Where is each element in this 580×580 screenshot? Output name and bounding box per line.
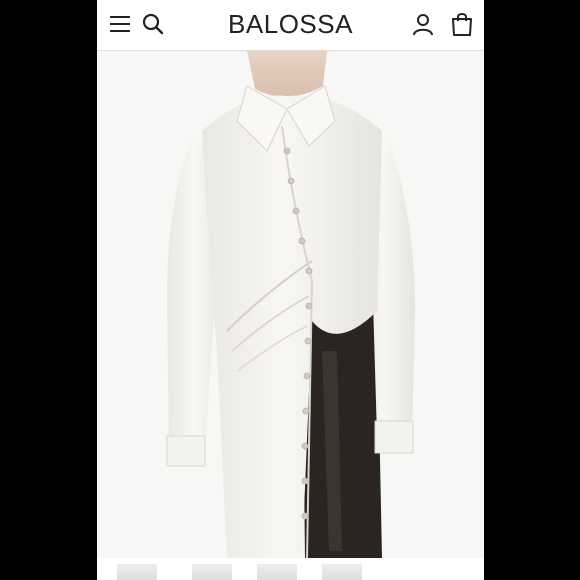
- gallery-thumbnail[interactable]: [117, 564, 157, 580]
- product-photo: [97, 51, 484, 558]
- image-gallery-thumbnails: [97, 558, 484, 580]
- shopping-bag-icon[interactable]: [451, 12, 473, 36]
- gallery-thumbnail[interactable]: [192, 564, 232, 580]
- product-page: BALOSSA: [97, 0, 484, 580]
- gallery-thumbnail[interactable]: [322, 564, 362, 580]
- site-header: BALOSSA: [97, 0, 484, 51]
- gallery-thumbnail[interactable]: [257, 564, 297, 580]
- product-image[interactable]: [97, 51, 484, 558]
- user-account-icon[interactable]: [411, 12, 435, 36]
